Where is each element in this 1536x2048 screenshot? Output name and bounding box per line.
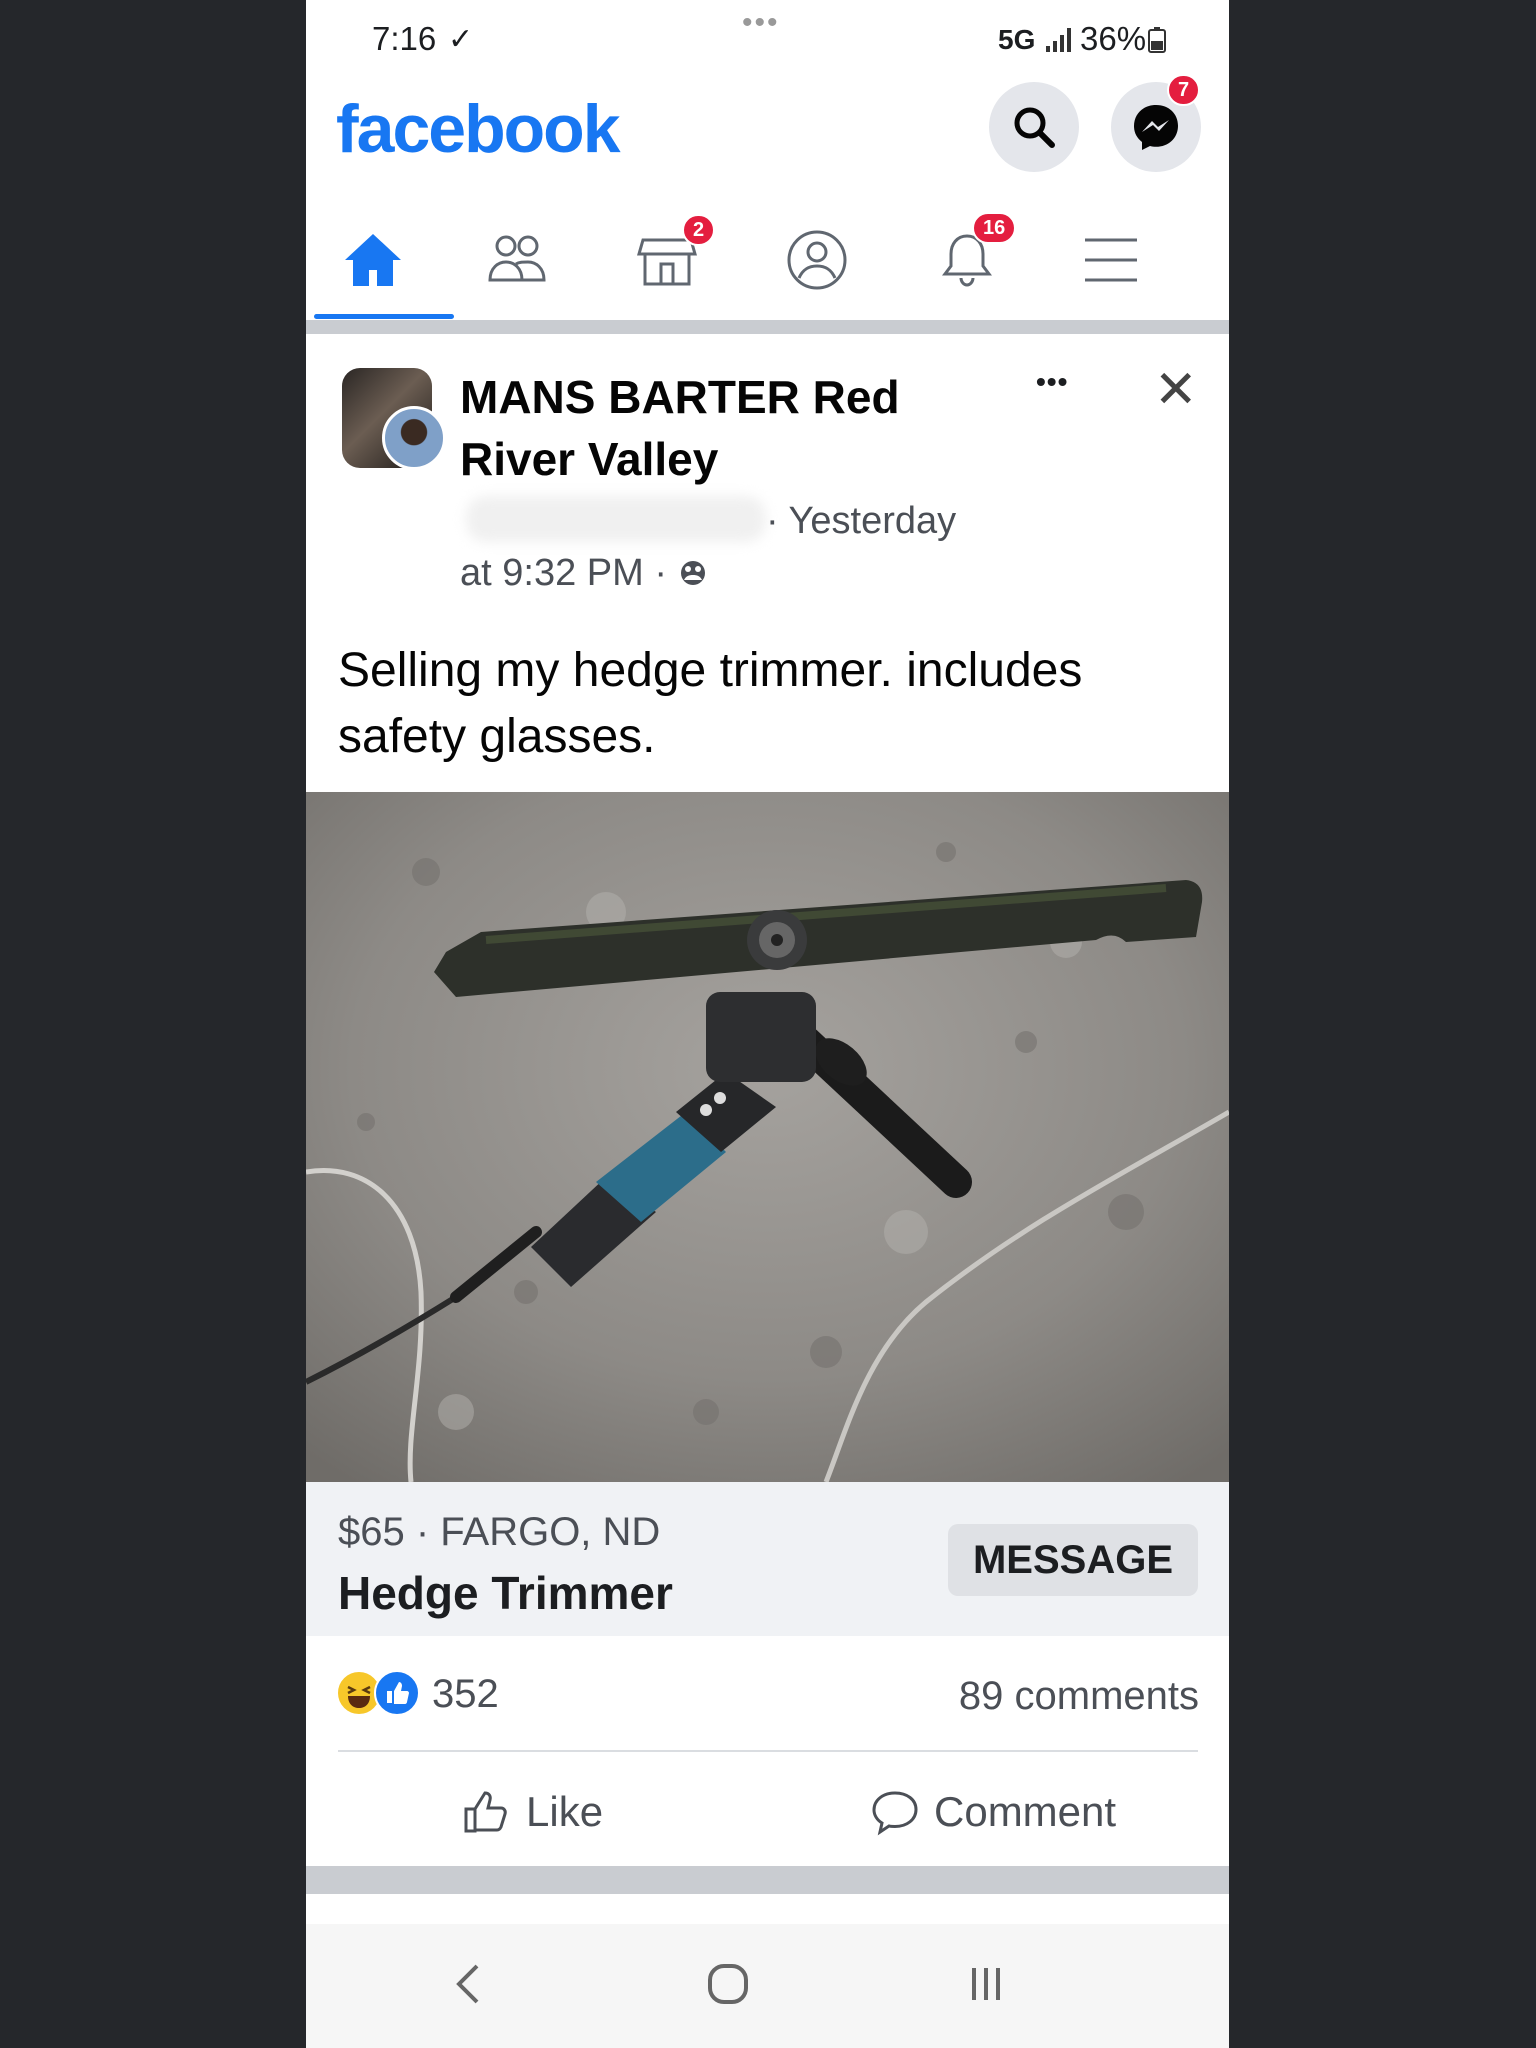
comment-icon <box>872 1791 918 1836</box>
post-photo[interactable] <box>306 792 1229 1482</box>
like-button[interactable]: Like <box>462 1782 603 1842</box>
phone-screen: 7:16 ✓ ••• 5G 36% facebook 7 2 16 MANS B… <box>306 0 1229 2048</box>
back-icon <box>456 1964 479 2004</box>
angle-grinder-with-mower-blade-image <box>306 792 1229 1482</box>
messenger-icon <box>1134 105 1178 150</box>
more-options-icon[interactable]: ••• <box>1036 366 1068 398</box>
recents-button[interactable] <box>946 1954 1026 2014</box>
message-button[interactable]: MESSAGE <box>948 1524 1198 1596</box>
listing-price-location: $65 · FARGO, ND <box>338 1510 661 1554</box>
post-text: Selling my hedge trimmer. includes safet… <box>338 644 1083 763</box>
profile-icon <box>787 230 847 290</box>
friends-icon <box>488 235 546 282</box>
battery-level: 36% <box>1080 20 1147 57</box>
network-type: 5G <box>998 24 1036 55</box>
signal-icon <box>1046 28 1071 52</box>
post-time: at 9:32 PM · <box>460 552 667 594</box>
camera-dots-icon: ••• <box>742 6 780 39</box>
like-reaction-icon <box>374 1670 420 1716</box>
tab-profile[interactable] <box>772 220 862 300</box>
comment-label: Comment <box>934 1788 1117 1835</box>
messenger-button[interactable]: 7 <box>1111 74 1201 172</box>
messenger-badge: 7 <box>1167 74 1201 106</box>
status-time: 7:16 <box>372 20 437 57</box>
group-avatar[interactable] <box>342 368 446 478</box>
actions-divider <box>338 1750 1198 1752</box>
comments-count[interactable]: 89 comments <box>959 1674 1199 1719</box>
tab-marketplace[interactable]: 2 <box>622 214 716 300</box>
post-separator <box>306 1866 1229 1894</box>
post-timestamp[interactable]: · Yesterday <box>766 500 956 543</box>
listing-title: Hedge Trimmer <box>338 1567 673 1619</box>
back-button[interactable] <box>428 1954 508 2014</box>
like-icon <box>464 1791 507 1833</box>
tab-friends[interactable] <box>472 220 562 300</box>
avatar <box>382 406 446 470</box>
home-circle-icon <box>708 1964 748 2004</box>
battery-icon <box>1148 27 1166 53</box>
facebook-logo[interactable]: facebook <box>336 90 621 168</box>
home-button[interactable] <box>688 1954 768 2014</box>
recents-icon <box>972 1968 1000 2000</box>
group-name-link[interactable]: MANS BARTER Red River Valley <box>460 366 940 490</box>
search-button[interactable] <box>989 82 1079 172</box>
menu-icon <box>1085 238 1137 282</box>
tab-bar: 2 16 <box>306 200 1229 320</box>
home-icon <box>345 234 401 286</box>
search-icon <box>1014 107 1055 148</box>
marketplace-badge: 2 <box>682 214 716 246</box>
feed-separator <box>306 320 1229 334</box>
post-timestamp-time: at 9:32 PM · <box>460 552 708 595</box>
reaction-count: 352 <box>432 1672 499 1716</box>
comment-button[interactable]: Comment <box>870 1782 1116 1842</box>
like-label: Like <box>526 1788 604 1835</box>
tab-notifications[interactable]: 16 <box>922 212 1017 300</box>
status-bar: 7:16 ✓ ••• 5G 36% <box>306 0 1229 78</box>
tab-menu[interactable] <box>1066 220 1156 300</box>
tab-home[interactable] <box>328 220 418 300</box>
active-tab-indicator <box>314 314 454 319</box>
redacted-author-name <box>466 496 766 542</box>
system-navigation-bar <box>306 1924 1229 2048</box>
group-privacy-icon <box>680 561 705 585</box>
close-icon[interactable]: ✕ <box>1154 360 1198 420</box>
marketplace-listing[interactable]: $65 · FARGO, ND Hedge Trimmer MESSAGE <box>306 1482 1229 1636</box>
notifications-badge: 16 <box>972 212 1017 244</box>
download-check-icon: ✓ <box>448 23 474 56</box>
